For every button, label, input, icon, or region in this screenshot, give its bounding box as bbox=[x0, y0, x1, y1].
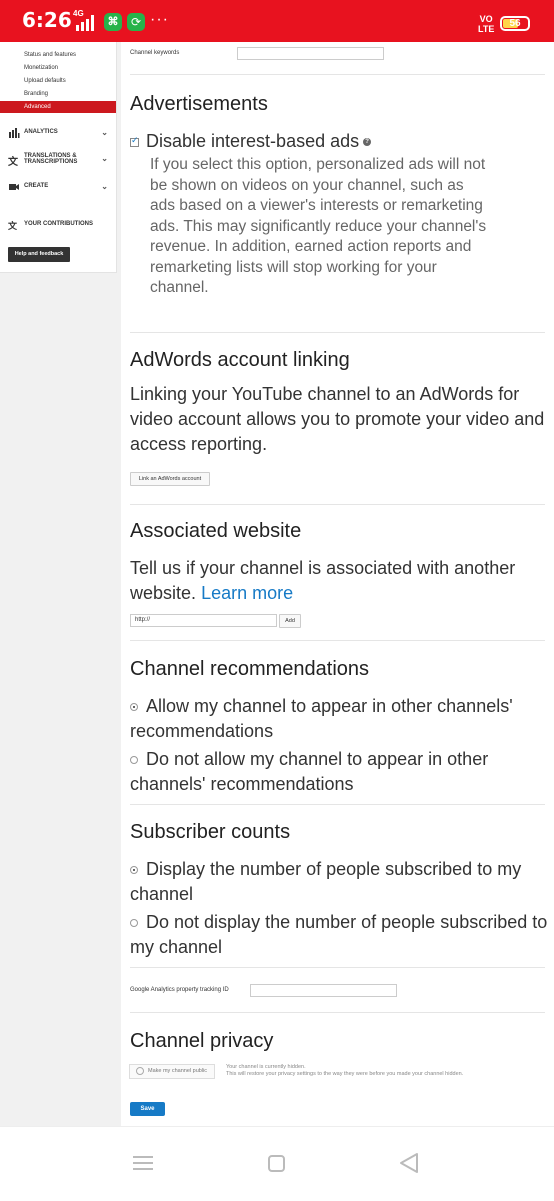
channel-keywords-input[interactable] bbox=[237, 47, 384, 60]
chevron-down-icon: ⌄ bbox=[101, 154, 108, 163]
privacy-note-line: Your channel is currently hidden. bbox=[226, 1064, 306, 1070]
volte-icon: VO LTE bbox=[478, 14, 495, 34]
sidebar-item-monetization[interactable]: Monetization bbox=[24, 65, 58, 71]
channel-keywords-label: Channel keywords bbox=[130, 50, 180, 56]
save-button[interactable]: Save bbox=[130, 1102, 165, 1116]
channel-privacy-title: Channel privacy bbox=[130, 1030, 274, 1052]
chevron-down-icon: ⌄ bbox=[101, 182, 108, 191]
help-icon[interactable]: ? bbox=[363, 138, 372, 147]
globe-icon bbox=[136, 1067, 144, 1075]
analytics-tracking-input[interactable] bbox=[250, 984, 397, 997]
divider bbox=[130, 967, 545, 968]
divider bbox=[130, 804, 545, 805]
battery-level: 56 bbox=[509, 18, 521, 29]
divider bbox=[130, 332, 545, 333]
link-adwords-button[interactable]: Link an AdWords account bbox=[130, 472, 210, 486]
analytics-icon bbox=[9, 128, 20, 138]
sidebar-item-your-contributions[interactable]: 文 YOUR CONTRIBUTIONS bbox=[8, 219, 112, 232]
home-icon[interactable] bbox=[268, 1155, 285, 1172]
contributions-icon: 文 bbox=[8, 222, 18, 232]
help-and-feedback-button[interactable]: Help and feedback bbox=[8, 247, 70, 262]
more-notifications-icon: ··· bbox=[150, 11, 169, 28]
recent-apps-icon[interactable] bbox=[133, 1154, 153, 1172]
disallow-recommendations-label: Do not allow my channel to appear in oth… bbox=[130, 749, 489, 794]
privacy-note-line: This will restore your privacy settings … bbox=[226, 1071, 464, 1077]
translate-icon: 文 bbox=[8, 157, 18, 168]
sidebar-item-label: CREATE bbox=[24, 183, 49, 189]
adwords-title: AdWords account linking bbox=[130, 349, 350, 371]
sidebar-item-translations[interactable]: 文 TRANSLATIONS & TRANSCRIPTIONS ⌄ bbox=[8, 153, 112, 169]
divider bbox=[130, 74, 545, 75]
channel-recommendations-title: Channel recommendations bbox=[130, 658, 370, 680]
signal-icon bbox=[76, 15, 94, 31]
add-website-button[interactable]: Add bbox=[279, 614, 301, 628]
learn-more-link[interactable]: Learn more bbox=[201, 583, 293, 603]
sidebar-item-status-and-features[interactable]: Status and features bbox=[24, 52, 76, 58]
video-camera-icon bbox=[9, 184, 19, 190]
make-channel-public-button[interactable]: Make my channel public bbox=[129, 1064, 215, 1079]
display-subscribers-label: Display the number of people subscribed … bbox=[130, 859, 522, 904]
sidebar-item-branding[interactable]: Branding bbox=[24, 91, 48, 97]
hide-subscribers-label: Do not display the number of people subs… bbox=[130, 912, 548, 957]
checkbox-label-text: Disable interest-based ads bbox=[146, 131, 360, 151]
sidebar-item-label: ANALYTICS bbox=[24, 129, 58, 135]
sidebar-item-label: YOUR CONTRIBUTIONS bbox=[24, 221, 93, 227]
website-url-input[interactable]: http:// bbox=[130, 614, 277, 627]
disable-interest-ads-label: Disable interest-based ads? bbox=[146, 129, 506, 154]
clock: 6:26 bbox=[22, 8, 72, 32]
sidebar-item-create[interactable]: CREATE ⌄ bbox=[8, 181, 112, 193]
adwords-description: Linking your YouTube channel to an AdWor… bbox=[130, 384, 545, 454]
description-text: Tell us if your channel is associated wi… bbox=[130, 558, 516, 603]
sidebar-item-label: Advanced bbox=[24, 104, 51, 110]
system-navigation-bar bbox=[0, 1126, 554, 1201]
sync-app-icon: ⟳ bbox=[127, 13, 145, 31]
button-label: Make my channel public bbox=[148, 1068, 208, 1074]
status-bar: 6:26 4G ⌘ ⟳ ··· VO LTE 56 bbox=[0, 0, 554, 42]
divider bbox=[130, 1012, 545, 1013]
allow-recommendations-label: Allow my channel to appear in other chan… bbox=[130, 696, 513, 741]
divider bbox=[130, 640, 545, 641]
advertisements-title: Advertisements bbox=[130, 93, 268, 115]
analytics-tracking-label: Google Analytics property tracking ID bbox=[130, 987, 229, 993]
divider bbox=[130, 504, 545, 505]
advertisements-description: If you select this option, personalized … bbox=[150, 156, 487, 296]
disable-interest-ads-checkbox[interactable] bbox=[130, 136, 139, 147]
battery-icon: 56 bbox=[500, 16, 530, 31]
sidebar-item-advanced[interactable]: Advanced bbox=[0, 101, 116, 113]
sidebar-item-label: TRANSLATIONS & TRANSCRIPTIONS bbox=[24, 153, 78, 165]
subscriber-counts-title: Subscriber counts bbox=[130, 821, 291, 843]
sidebar: Status and features Monetization Upload … bbox=[0, 42, 117, 273]
associated-website-description: Tell us if your channel is associated wi… bbox=[130, 556, 550, 606]
back-icon[interactable] bbox=[398, 1152, 420, 1174]
privacy-note: Your channel is currently hidden. This w… bbox=[226, 1064, 463, 1078]
main-panel: Channel keywords Advertisements Disable … bbox=[121, 42, 554, 1126]
sidebar-item-upload-defaults[interactable]: Upload defaults bbox=[24, 78, 66, 84]
chevron-down-icon: ⌄ bbox=[101, 128, 108, 137]
associated-website-title: Associated website bbox=[130, 520, 302, 542]
sidebar-item-analytics[interactable]: ANALYTICS ⌄ bbox=[8, 127, 112, 139]
app-notification-icon: ⌘ bbox=[104, 13, 122, 31]
